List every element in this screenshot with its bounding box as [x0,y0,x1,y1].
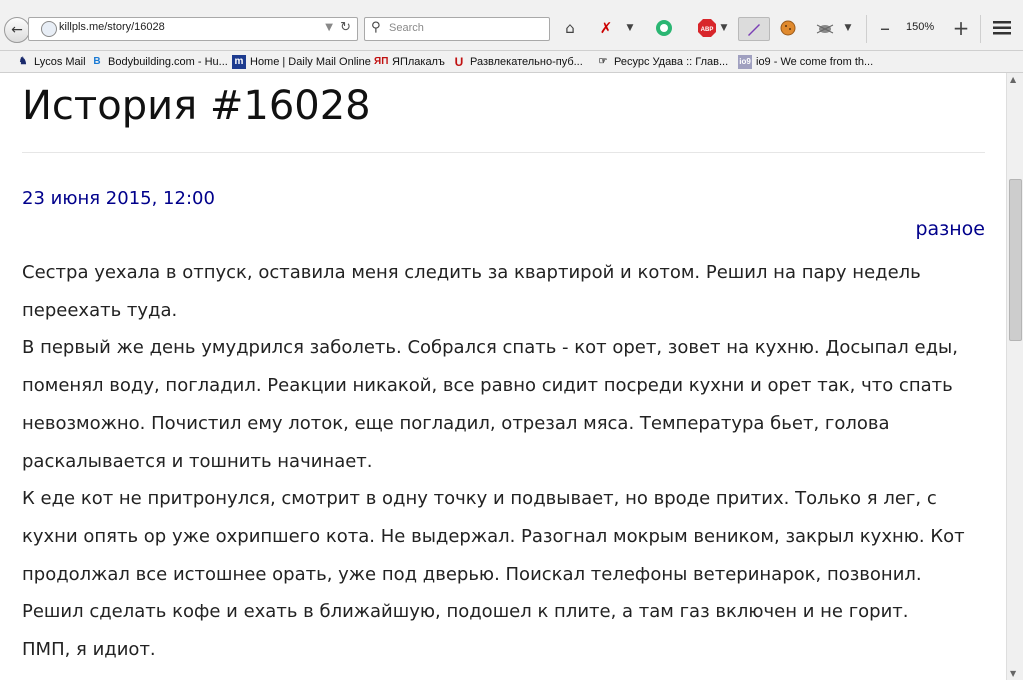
pen-icon[interactable] [738,17,770,41]
search-bar[interactable]: ⚲ Search [364,17,550,41]
bug-icon[interactable] [814,17,836,39]
toolbar-separator [980,15,981,43]
bookmark-daily-mail[interactable]: m Home | Daily Mail Online [232,54,371,70]
zoom-out-icon[interactable]: – [874,16,896,40]
m-icon: m [232,55,246,69]
scroll-down-icon[interactable]: ▼ [1010,669,1016,678]
bookmark-udav[interactable]: ☞ Ресурс Удава :: Глав... [596,54,729,70]
bookmark-label: io9 - We come from th... [756,56,874,68]
scroll-thumb[interactable] [1009,179,1022,341]
bookmark-label: Home | Daily Mail Online [250,56,371,68]
bookmark-entertainment[interactable]: U Развлекательно-пуб... [452,54,583,70]
zoom-level[interactable]: 150% [906,21,934,33]
menu-icon[interactable] [990,17,1014,39]
globe-icon [41,21,57,37]
story-paragraph: Сестра уехала в отпуск, оставила меня сл… [22,262,921,321]
bookmark-label: Ресурс Удава :: Глав... [614,56,729,68]
page-content: История #16028 23 июня 2015, 12:00 разно… [0,73,1007,680]
dog-icon: ♞ [18,56,28,67]
scroll-up-icon[interactable]: ▲ [1010,75,1016,84]
bug-dropdown-icon[interactable]: ▼ [842,17,854,39]
back-icon[interactable]: ← [4,17,30,43]
vertical-scrollbar[interactable]: ▲ ▼ [1006,73,1023,680]
search-placeholder[interactable]: Search [389,22,424,34]
plus-icon[interactable]: + [950,16,972,40]
browser-toolbar: ← killpls.me/story/16028 ▼ ↻ ⚲ Search ⌂ … [0,0,1023,51]
story-paragraph: К еде кот не притронулся, смотрит в одну… [22,488,965,623]
home-icon[interactable]: ⌂ [560,17,580,39]
url-dropdown-icon[interactable]: ▼ [325,22,333,33]
bookmark-label: ЯПлакалъ [392,56,445,68]
title-divider [22,152,985,153]
bookmark-lycos-mail[interactable]: ♞ Lycos Mail [16,54,86,70]
bookmark-label: Развлекательно-пуб... [470,56,583,68]
bookmark-yaplakal[interactable]: ЯП ЯПлакалъ [374,54,445,70]
u-icon: U [454,55,464,69]
url-text[interactable]: killpls.me/story/16028 [59,21,165,33]
story-date[interactable]: 23 июня 2015, 12:00 [22,188,215,209]
bookmarks-bar: ♞ Lycos Mail B Bodybuilding.com - Hu... … [0,51,1023,73]
b-icon: B [93,56,101,67]
svg-text:ABP: ABP [701,27,714,33]
reload-icon[interactable]: ↻ [340,20,351,35]
yap-icon: ЯП [374,56,389,67]
bookmark-bodybuilding[interactable]: B Bodybuilding.com - Hu... [90,54,228,70]
url-bar[interactable]: killpls.me/story/16028 ▼ ↻ [28,17,358,41]
adblock-dropdown-icon[interactable]: ▼ [718,17,730,39]
page-title: История #16028 [22,83,371,129]
acrobat-dropdown-icon[interactable]: ▼ [624,17,636,39]
navigation-row: ← killpls.me/story/16028 ▼ ↻ ⚲ Search ⌂ … [0,9,1023,45]
io9-icon: io9 [738,55,752,69]
bookmark-io9[interactable]: io9 io9 - We come from th... [738,54,873,70]
toolbar-separator [866,15,867,43]
search-icon[interactable]: ⚲ [371,20,381,35]
cookie-icon[interactable] [778,17,798,39]
bookmark-label: Lycos Mail [34,56,86,68]
category-link[interactable]: разное [915,218,985,240]
circle-a-icon[interactable] [654,17,674,39]
hand-icon: ☞ [598,56,608,67]
story-paragraph: В первый же день умудрился заболеть. Соб… [22,337,958,472]
acrobat-icon[interactable]: ✗ [596,17,616,39]
bookmark-label: Bodybuilding.com - Hu... [108,56,228,68]
adblock-icon[interactable]: ABP [696,17,718,39]
story-text: Сестра уехала в отпуск, оставила меня сл… [22,254,986,669]
story-paragraph: ПМП, я идиот. [22,639,156,661]
